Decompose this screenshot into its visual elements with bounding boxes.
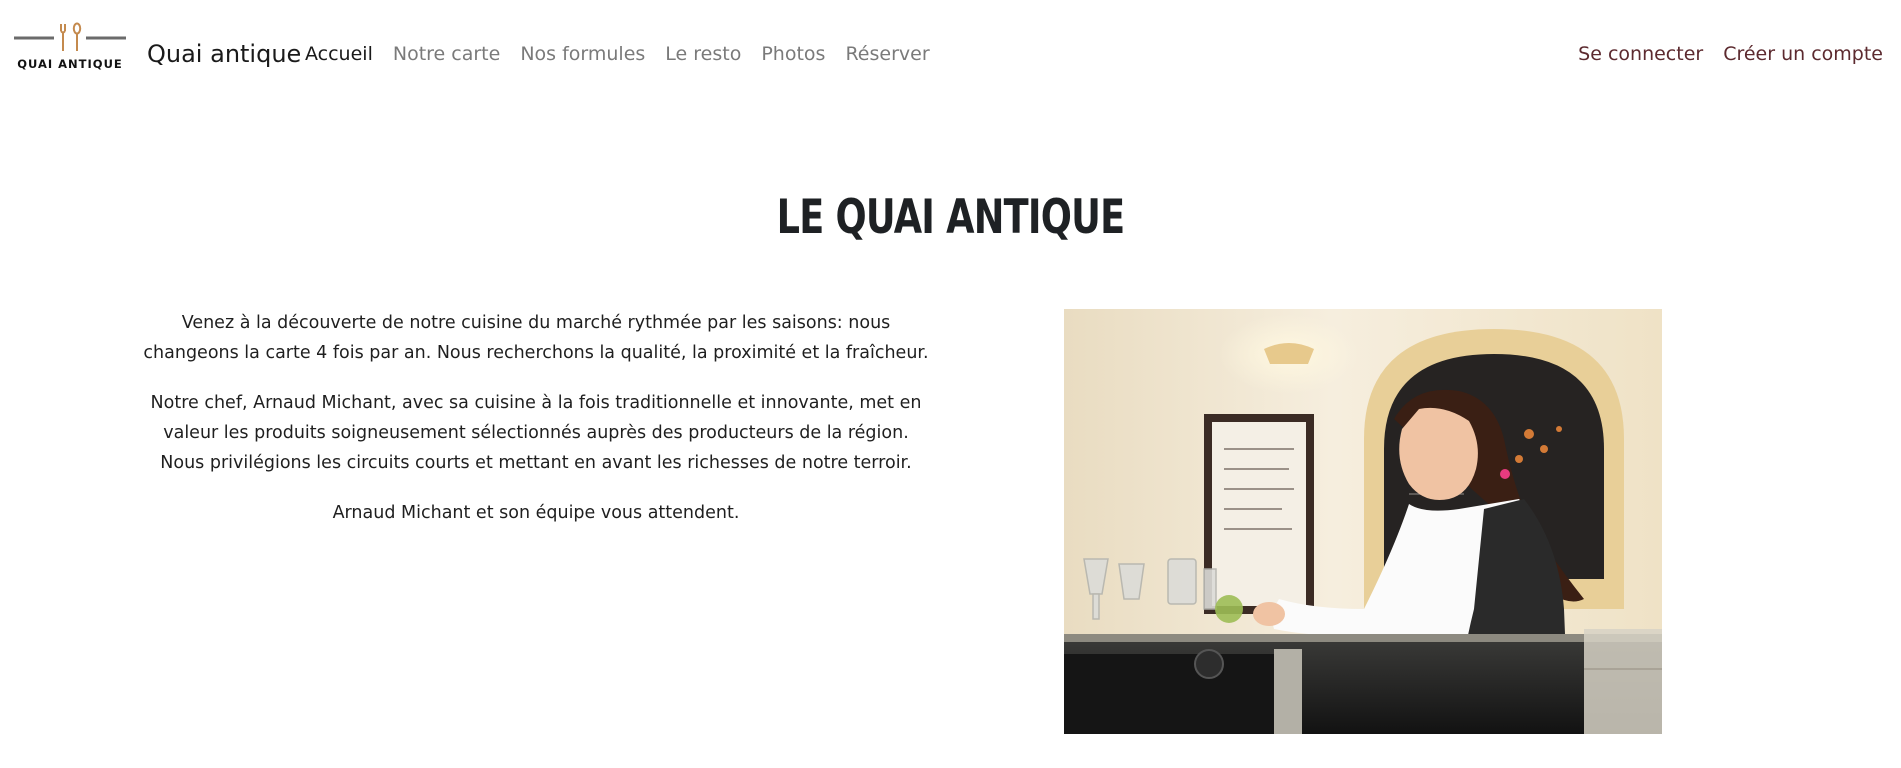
login-link[interactable]: Se connecter: [1578, 40, 1713, 68]
nav-link-accueil[interactable]: Accueil: [305, 40, 383, 68]
nav-link-le-resto[interactable]: Le resto: [655, 40, 751, 68]
intro-paragraph: Venez à la découverte de notre cuisine d…: [143, 313, 929, 363]
page-title: LE QUAI ANTIQUE: [776, 190, 1126, 245]
logo[interactable]: QUAI ANTIQUE: [14, 20, 126, 76]
navbar: QUAI ANTIQUE Quai antique Accueil Notre …: [0, 0, 1901, 108]
nav-link-reserver[interactable]: Réserver: [835, 40, 939, 68]
signup-link[interactable]: Créer un compte: [1713, 40, 1883, 68]
intro-paragraph: Notre chef, Arnaud Michant, avec sa cuis…: [150, 393, 922, 473]
brand-name[interactable]: Quai antique: [147, 38, 301, 70]
main-nav: Accueil Notre carte Nos formules Le rest…: [305, 40, 940, 68]
fork-and-spoon-icon: [14, 22, 126, 51]
intro-paragraph: Arnaud Michant et son équipe vous attend…: [332, 503, 740, 523]
waitress-at-bar-image: [1064, 309, 1662, 734]
nav-link-notre-carte[interactable]: Notre carte: [383, 40, 510, 68]
logo-text: QUAI ANTIQUE: [17, 57, 123, 71]
restaurant-photo: [1064, 309, 1662, 734]
auth-nav: Se connecter Créer un compte: [1578, 40, 1883, 68]
nav-link-photos[interactable]: Photos: [751, 40, 835, 68]
nav-link-nos-formules[interactable]: Nos formules: [510, 40, 655, 68]
intro-text: Venez à la découverte de notre cuisine d…: [141, 308, 931, 548]
